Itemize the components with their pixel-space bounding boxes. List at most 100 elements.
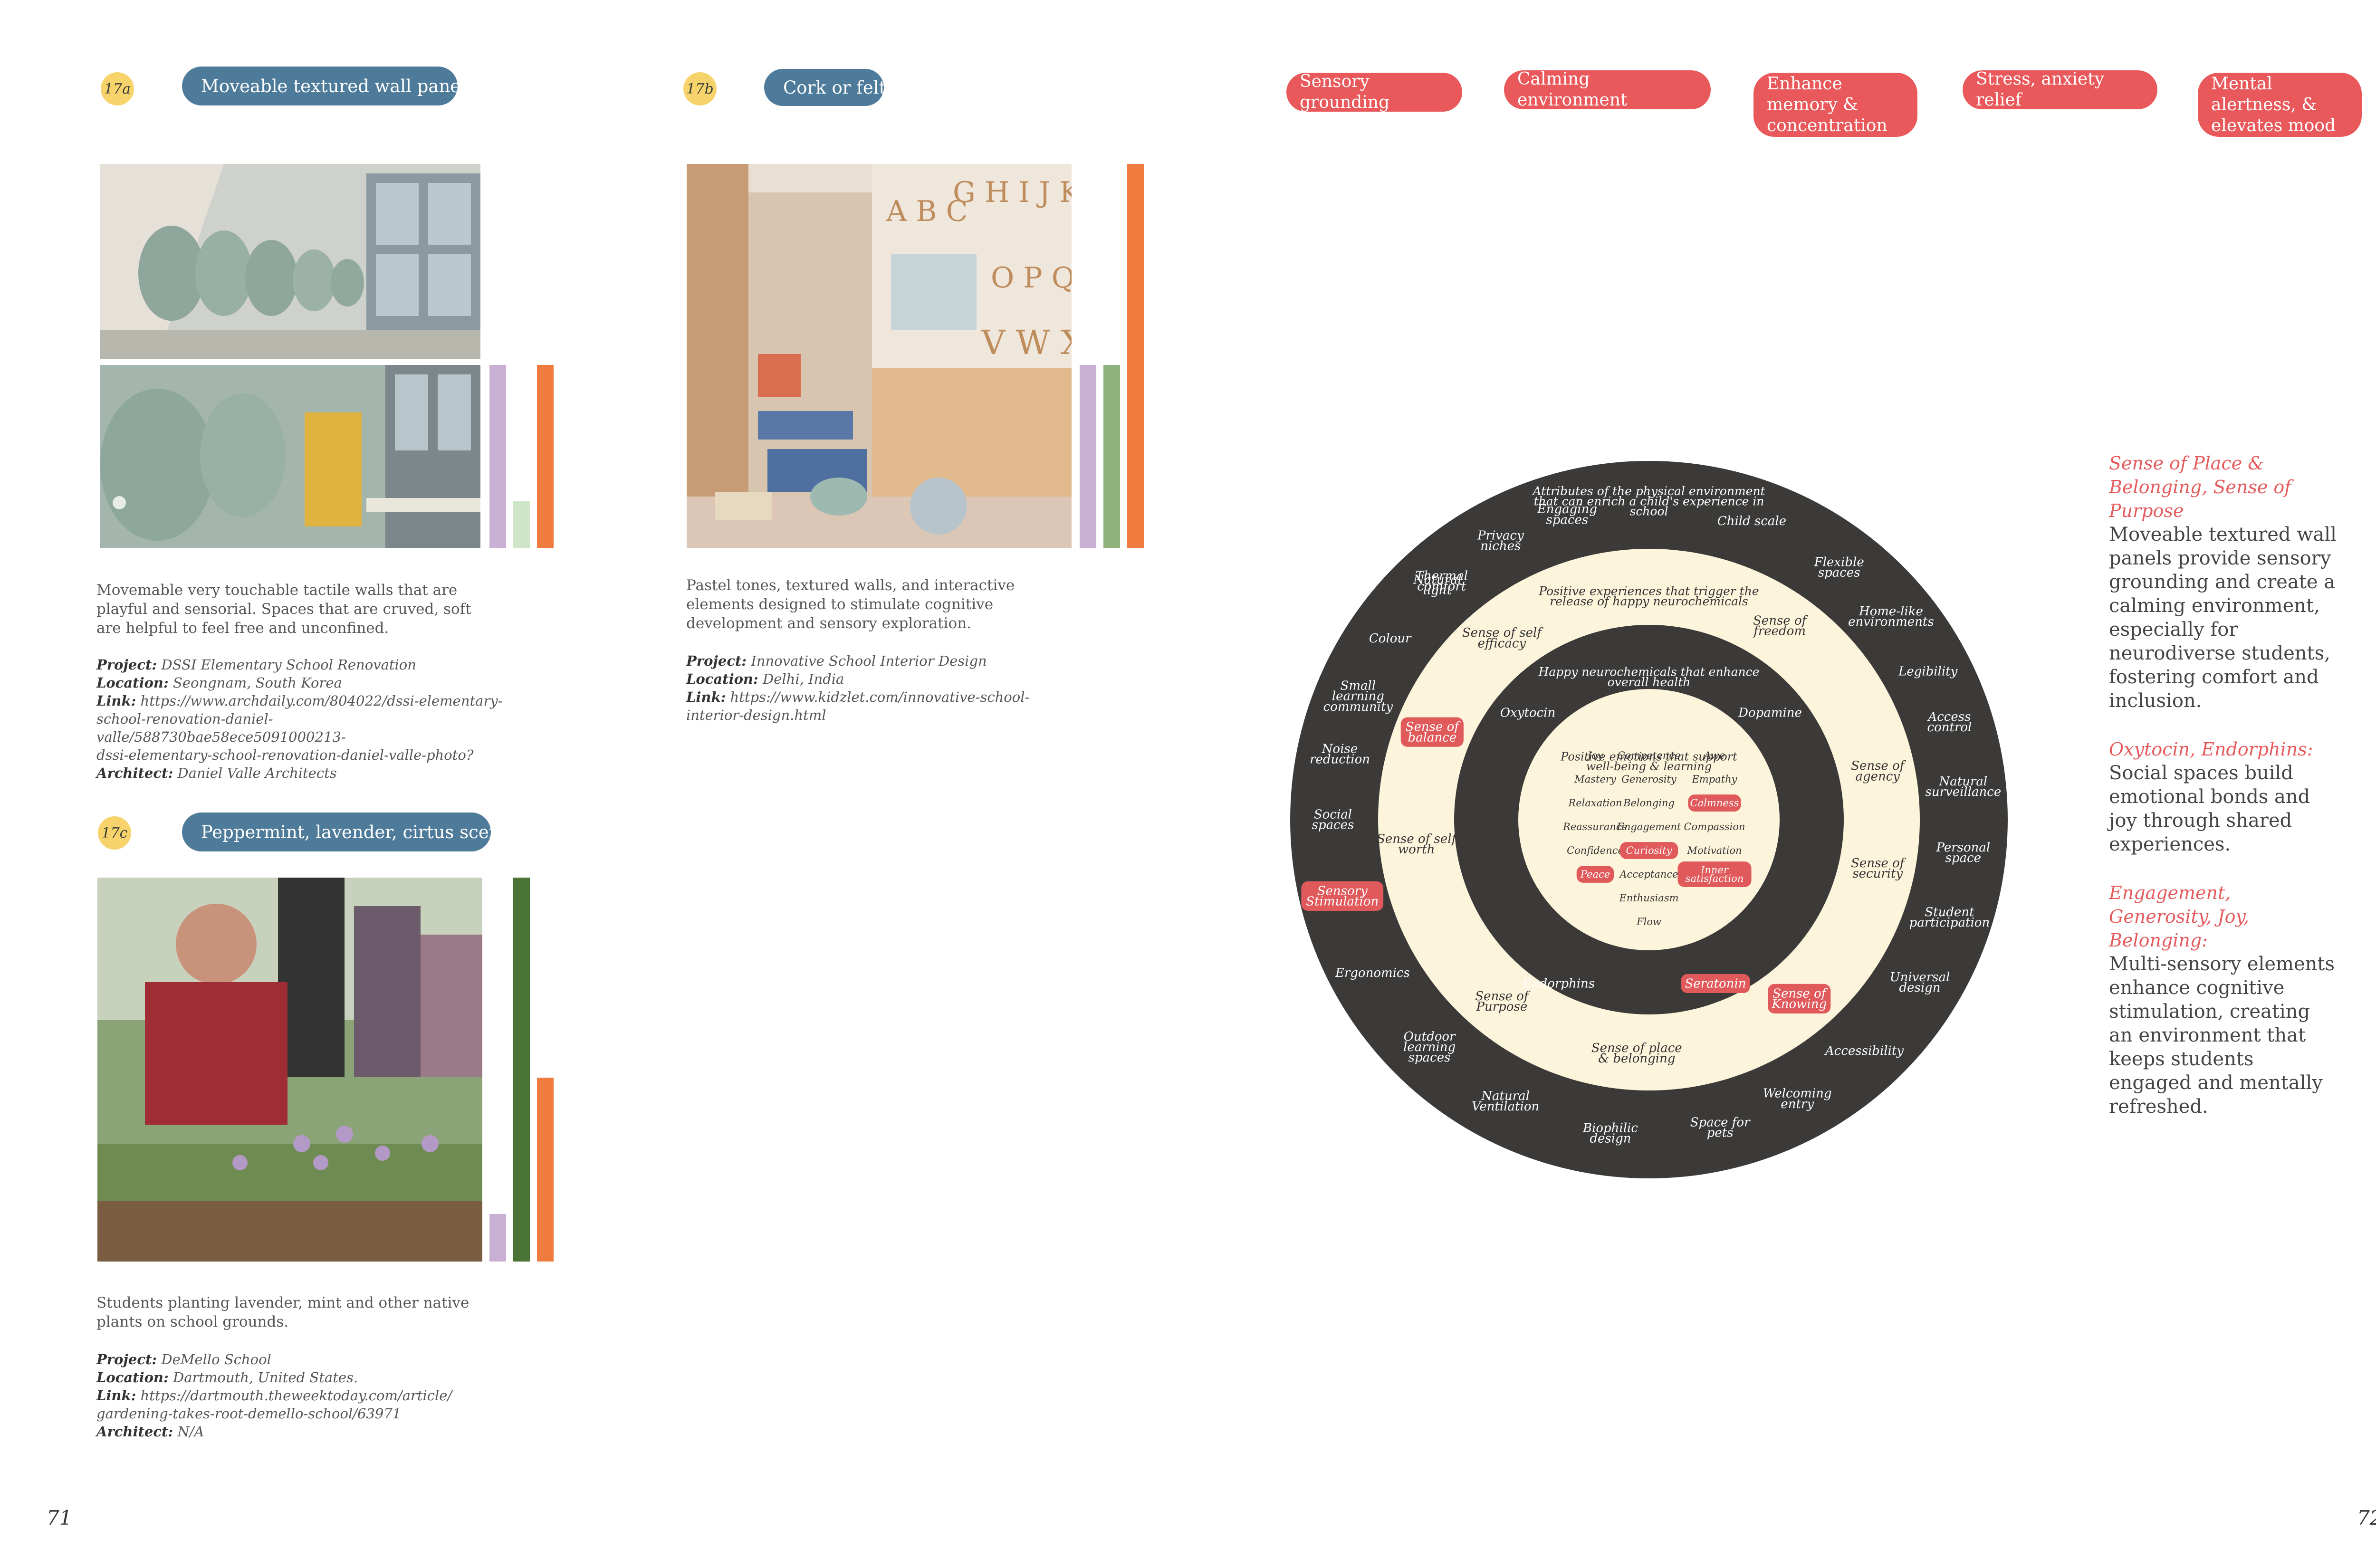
svg-text:Flow: Flow	[1636, 916, 1661, 927]
chemical-label: Seratonin	[1681, 974, 1750, 994]
meta-17b: Project: Innovative School Interior Desi…	[686, 652, 1076, 724]
svg-text:reduction: reduction	[1310, 752, 1370, 766]
svg-text:release of happy neurochemical: release of happy neurochemicals	[1550, 594, 1748, 608]
svg-text:Legibility: Legibility	[1898, 664, 1958, 679]
emotion-label: Calmness	[1688, 794, 1741, 812]
svg-text:entry: entry	[1781, 1097, 1814, 1111]
project-link-line[interactable]: school-renovation-daniel-valle/588730bae…	[96, 710, 515, 746]
link-label: Link:	[96, 693, 136, 709]
page-number-left: 71	[47, 1506, 72, 1530]
meta-17a: Project: DSSI Elementary School Renovati…	[96, 656, 515, 782]
svg-text:V W X Y Z: V W X Y Z	[981, 323, 1072, 362]
project-label: Project:	[686, 653, 747, 669]
architect-name: Daniel Valle Architects	[177, 765, 337, 781]
project-link[interactable]: https://www.kidzlet.com/innovative-schoo…	[730, 689, 1030, 705]
chemical-label: Oxytocin	[1500, 706, 1555, 720]
link-label: Link:	[686, 689, 726, 705]
side-note-body: Social spaces build emotional bonds and …	[2109, 762, 2310, 855]
photo-17c	[97, 878, 482, 1262]
attribute-label: Socialspaces	[1312, 808, 1354, 832]
attribute-label: Accesscontrol	[1927, 710, 1972, 735]
emotion-label: Generosity	[1621, 774, 1677, 785]
svg-text:Accessibility: Accessibility	[1824, 1044, 1904, 1058]
svg-text:Enthusiasm: Enthusiasm	[1619, 892, 1678, 904]
svg-text:Calmness: Calmness	[1690, 797, 1739, 809]
item-title-17a: Moveable textured wall panels	[182, 67, 475, 105]
item-title-17b: Cork or felt	[764, 69, 886, 106]
svg-text:Curiosity: Curiosity	[1626, 845, 1673, 856]
benefit-pill-calming-environment: Calming environment	[1504, 69, 1711, 110]
svg-text:Colour: Colour	[1369, 631, 1412, 646]
svg-text:school: school	[1629, 505, 1668, 518]
project-link[interactable]: https://dartmouth.theweektoday.com/artic…	[141, 1387, 452, 1404]
location-name: Dartmouth, United States.	[172, 1369, 358, 1386]
emotion-label: Peace	[1576, 866, 1614, 883]
neurochemical-diagram: Attributes of the physical environmentth…	[1290, 461, 2008, 1178]
emotion-label: Innersatisfaction	[1677, 861, 1752, 887]
svg-text:Competence: Competence	[1617, 750, 1680, 761]
architect-label: Architect:	[96, 765, 173, 781]
architect-name: N/A	[177, 1424, 204, 1440]
experience-label: Sense ofagency	[1851, 759, 1907, 784]
description-17c: Students planting lavender, mint and oth…	[96, 1294, 469, 1330]
side-note-body: Multi-sensory elements enhance cognitive…	[2109, 953, 2335, 1118]
svg-text:design: design	[1899, 981, 1940, 995]
svg-text:participation: participation	[1909, 916, 1990, 930]
svg-text:Peace: Peace	[1580, 869, 1610, 880]
side-note-body: Moveable textured wall panels provide se…	[2109, 524, 2337, 712]
svg-text:Joy: Joy	[1586, 750, 1604, 761]
attribute-label: Home-likeenvironments	[1848, 604, 1934, 629]
location-label: Location:	[686, 671, 758, 687]
svg-text:community: community	[1323, 700, 1393, 714]
side-notes: Sense of Place & Belonging, Sense of Pur…	[2109, 451, 2337, 1143]
project-link[interactable]: https://www.archdaily.com/804022/dssi-el…	[141, 693, 503, 709]
location-name: Delhi, India	[762, 671, 844, 687]
svg-text:G H I J K: G H I J K	[953, 176, 1072, 209]
project-link-line[interactable]: dssi-elementary-school-renovation-daniel…	[96, 746, 515, 764]
project-name: Innovative School Interior Design	[751, 653, 987, 669]
svg-text:Oxytocin: Oxytocin	[1500, 706, 1555, 720]
bar-17a-orange	[537, 365, 554, 548]
emotion-label: Curiosity	[1619, 842, 1678, 859]
svg-text:Seratonin: Seratonin	[1685, 977, 1746, 991]
benefit-pill-sensory-grounding: Sensory grounding	[1286, 72, 1462, 112]
attribute-label: NaturalVentilation	[1472, 1089, 1539, 1114]
svg-text:Ergonomics: Ergonomics	[1335, 966, 1410, 980]
page-number-right: 72	[2357, 1506, 2376, 1530]
attribute-label: Flexiblespaces	[1814, 555, 1864, 580]
svg-text:Endorphins: Endorphins	[1522, 977, 1595, 991]
svg-text:Confidence: Confidence	[1567, 845, 1624, 856]
ring-title-experiences: Positive experiences that trigger therel…	[1538, 584, 1759, 608]
attribute-label: Child scale	[1717, 514, 1786, 528]
side-note-heading: Sense of Place & Belonging, Sense of Pur…	[2109, 453, 2291, 521]
photo-17a-top	[100, 164, 480, 359]
project-link-line[interactable]: gardening-takes-root-demello-school/6397…	[96, 1405, 515, 1423]
svg-text:space: space	[1945, 851, 1981, 865]
ring-emotions	[1518, 689, 1780, 950]
svg-text:Relaxation: Relaxation	[1568, 797, 1622, 809]
svg-text:Child scale: Child scale	[1717, 514, 1786, 528]
svg-text:spaces: spaces	[1818, 566, 1860, 580]
project-name: DeMello School	[161, 1351, 271, 1367]
experience-label: Sense ofPurpose	[1475, 989, 1531, 1014]
emotion-label: Confidence	[1567, 845, 1624, 856]
location-label: Location:	[96, 1369, 169, 1386]
experience-label: Sense ofbalance	[1400, 717, 1464, 747]
location-label: Location:	[96, 675, 169, 691]
attribute-label: Privacyniches	[1477, 528, 1524, 553]
experience-label: Sense ofKnowing	[1768, 984, 1831, 1013]
chemical-label: Endorphins	[1522, 977, 1595, 991]
benefit-pill-memory-concentration: Enhance memory & concentration	[1753, 73, 1917, 137]
svg-text:niches: niches	[1480, 539, 1521, 553]
svg-text:& belonging: & belonging	[1598, 1052, 1676, 1066]
project-link-line[interactable]: interior-design.html	[686, 706, 1076, 724]
svg-text:freedom: freedom	[1753, 624, 1806, 639]
location-name: Seongnam, South Korea	[172, 675, 342, 691]
attribute-label: Engagingspaces	[1537, 502, 1597, 527]
svg-text:Mastery: Mastery	[1574, 774, 1617, 785]
attribute-label: Biophilicdesign	[1582, 1121, 1638, 1146]
svg-text:surveillance: surveillance	[1925, 785, 2001, 799]
bar-17b-lilac	[1080, 365, 1096, 548]
description-17b: Pastel tones, textured walls, and intera…	[686, 577, 1015, 632]
bar-17c-lilac	[489, 1214, 506, 1262]
